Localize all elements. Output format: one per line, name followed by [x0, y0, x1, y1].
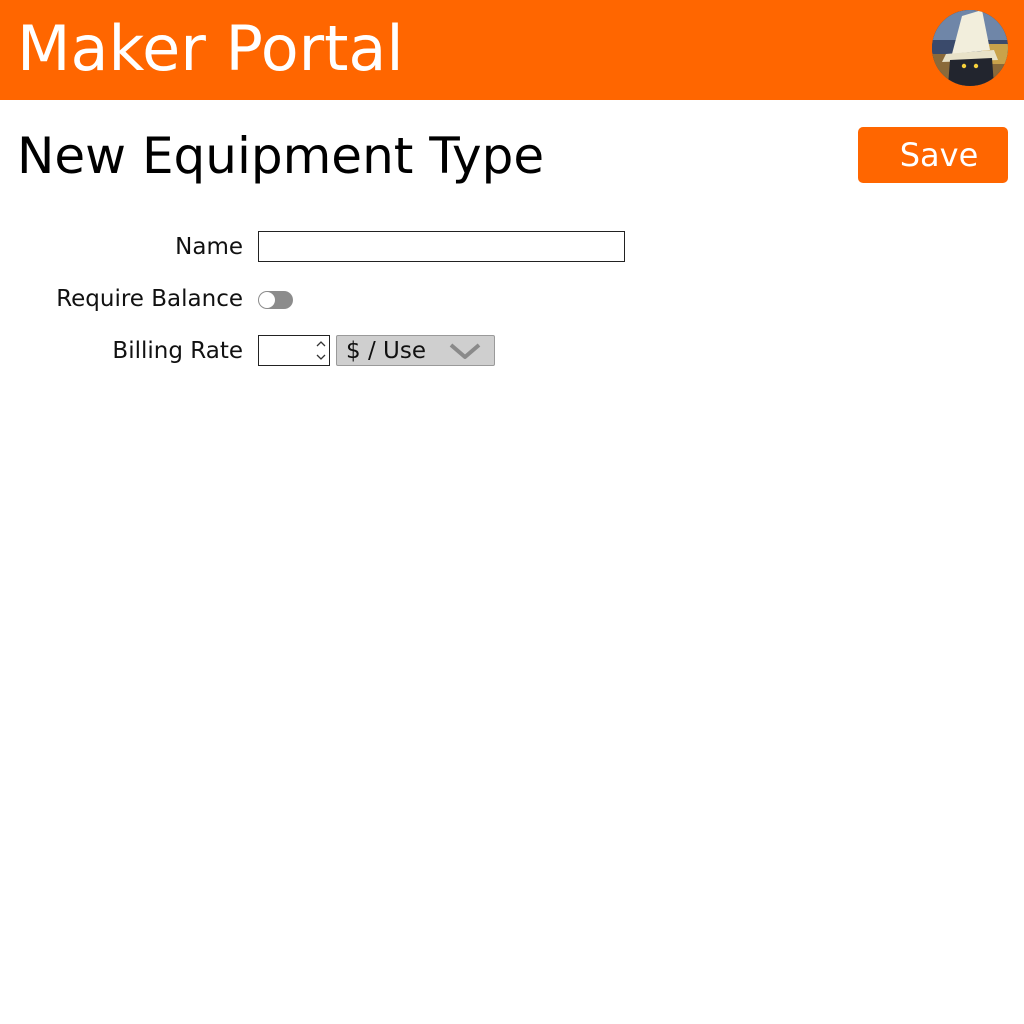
billing-rate-label: Billing Rate — [112, 338, 243, 364]
page-title: New Equipment Type — [17, 127, 545, 185]
app-title[interactable]: Maker Portal — [17, 13, 404, 85]
require-balance-label: Require Balance — [56, 286, 243, 312]
billing-unit-value: $ / Use — [346, 338, 426, 364]
name-label: Name — [175, 234, 243, 260]
billing-rate-field[interactable] — [259, 336, 317, 365]
save-button[interactable]: Save — [858, 127, 1008, 183]
user-avatar[interactable] — [932, 10, 1008, 86]
name-input[interactable] — [258, 231, 625, 262]
avatar-image — [932, 10, 1008, 86]
require-balance-toggle[interactable] — [258, 291, 293, 309]
billing-unit-select[interactable]: $ / Use — [336, 335, 495, 366]
spinner-arrows-icon[interactable] — [315, 338, 327, 363]
toggle-knob — [259, 292, 275, 308]
chevron-down-icon — [449, 343, 481, 359]
top-bar: Maker Portal — [0, 0, 1024, 100]
billing-rate-input[interactable] — [258, 335, 330, 366]
